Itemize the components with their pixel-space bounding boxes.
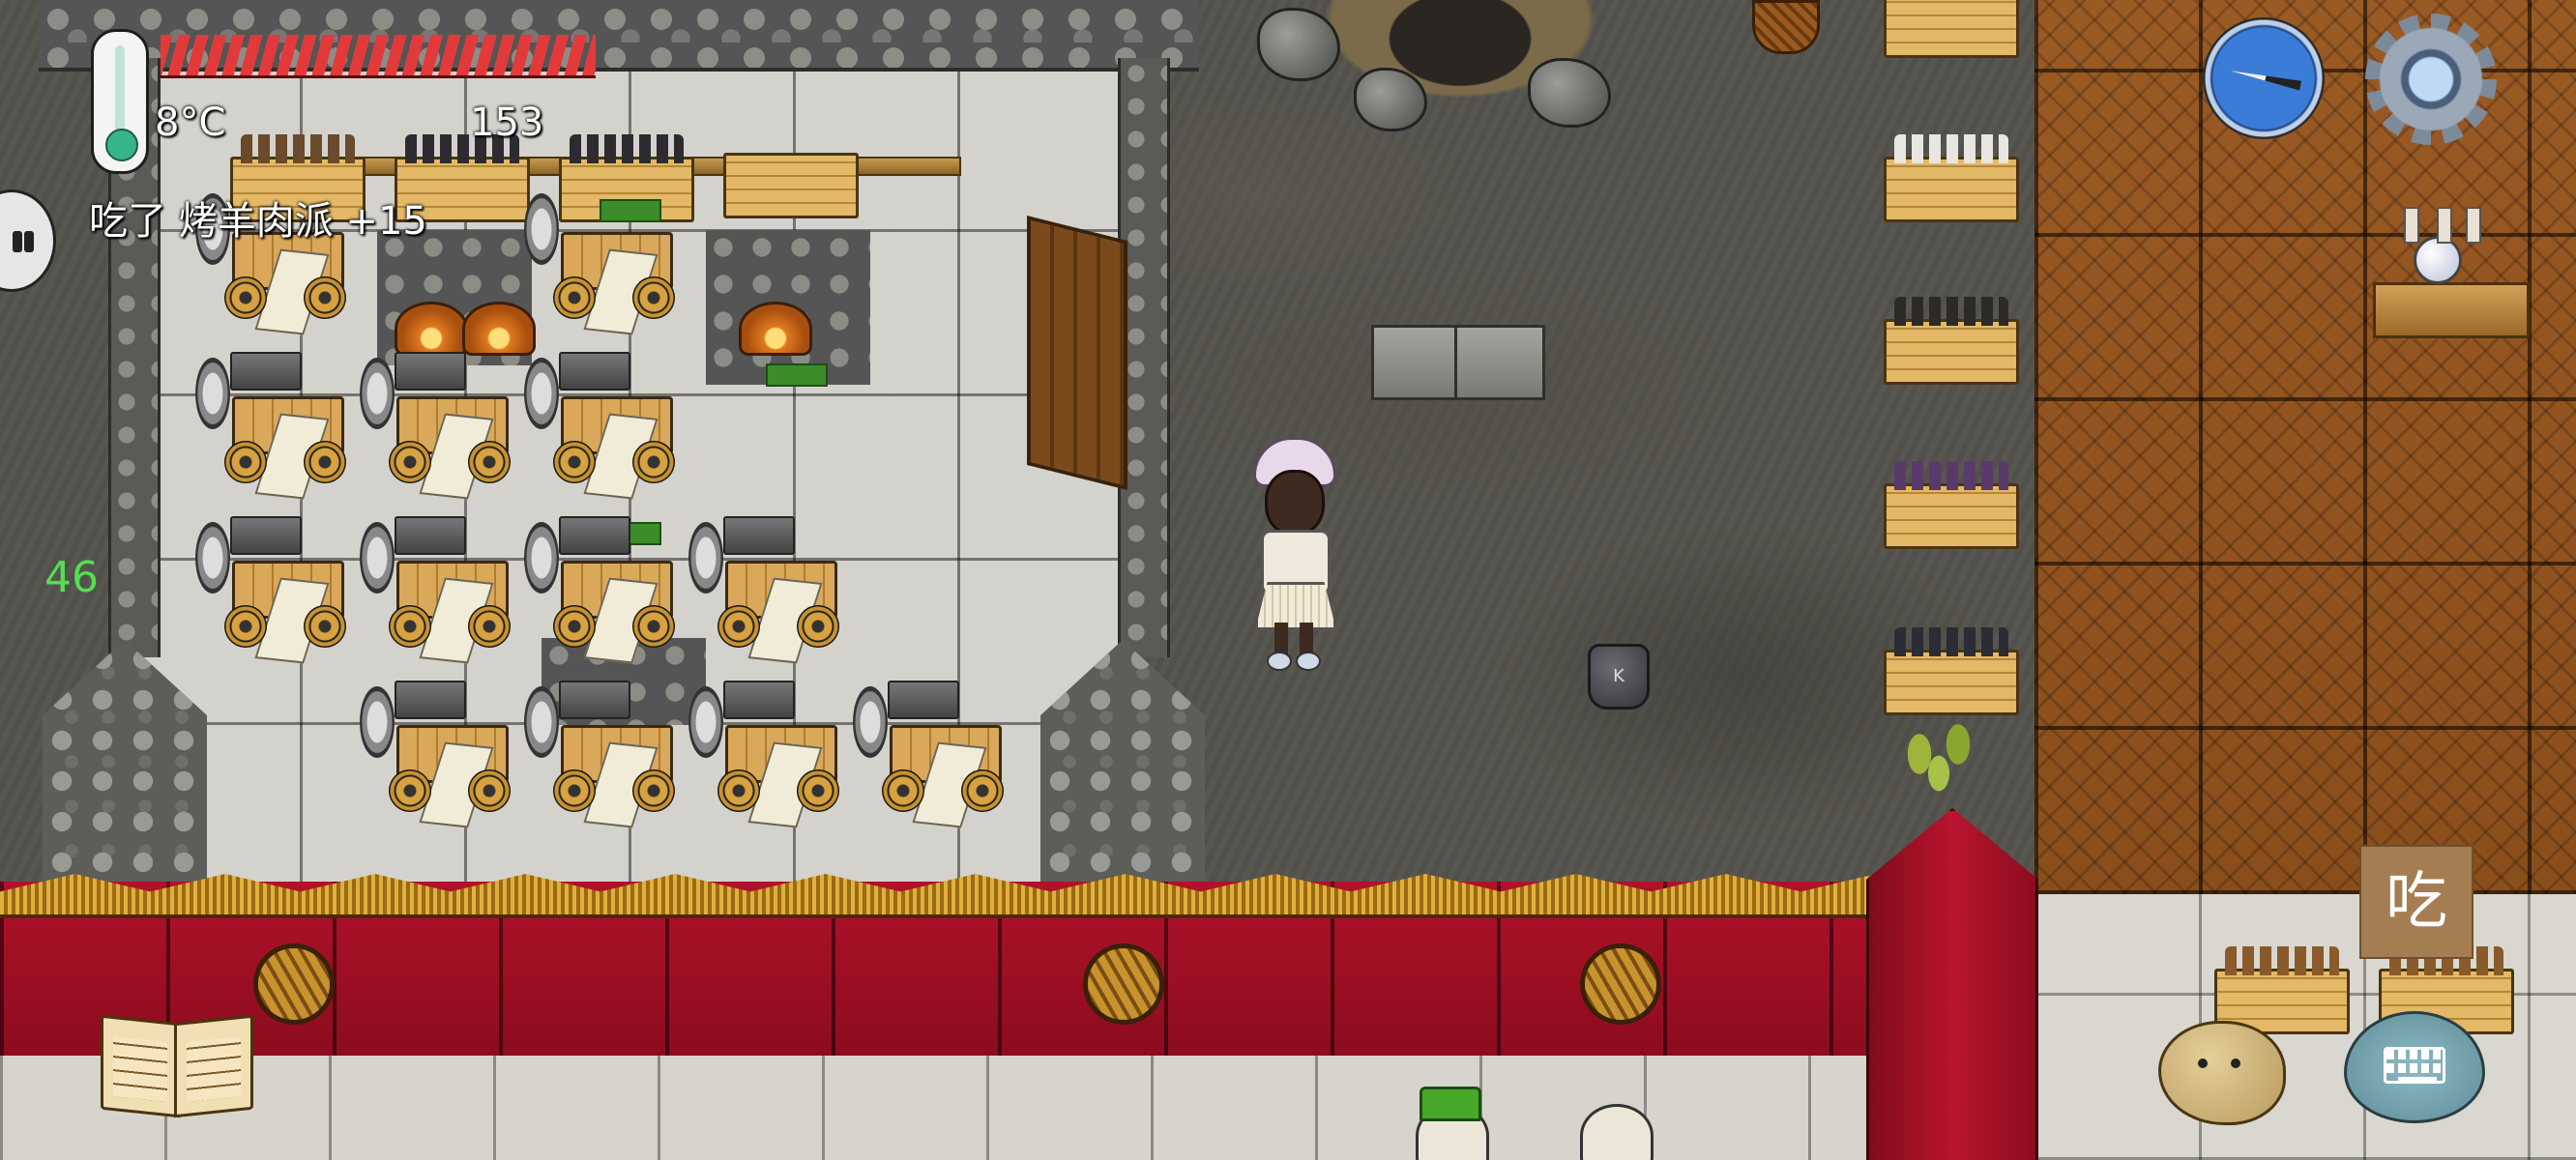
green-label-plate [766, 363, 828, 387]
open-book-icon[interactable] [97, 1011, 255, 1119]
green-top-hat [1420, 1087, 1481, 1121]
game-viewport[interactable]: K 8°C 153 吃了 烤羊肉派 +15 46 吃 [0, 0, 2576, 1160]
player-shoe [1267, 652, 1292, 671]
round-lattice-window [1083, 943, 1164, 1025]
eat-button[interactable]: 吃 [2359, 845, 2474, 959]
paper-press-machine[interactable] [195, 512, 367, 677]
status-message: 吃了 烤羊肉派 +15 [89, 199, 427, 244]
k-sack-item[interactable]: K [1588, 644, 1650, 710]
face-icon[interactable] [2158, 1021, 2286, 1125]
red-wall-corner [1866, 808, 2038, 1160]
player-shoe [1296, 652, 1321, 671]
compass-icon[interactable] [2203, 17, 2325, 139]
candle [2437, 207, 2452, 244]
white-stone-floor-bottom [0, 1049, 2034, 1160]
paper-press-machine[interactable] [360, 512, 532, 677]
paper-press-machine[interactable] [524, 677, 696, 841]
storage-crate[interactable] [723, 153, 859, 218]
wooden-table[interactable] [2373, 282, 2530, 338]
storage-crate[interactable] [1884, 134, 2019, 222]
food-bar [161, 35, 596, 78]
stone-block[interactable] [1371, 325, 1462, 400]
storage-crate[interactable] [1884, 0, 2019, 58]
stone-block[interactable] [1454, 325, 1545, 400]
candle [2404, 207, 2419, 244]
paper-press-machine[interactable] [360, 348, 532, 512]
player-character[interactable] [1240, 437, 1346, 671]
fps-counter: 46 [44, 553, 99, 602]
candle [2466, 207, 2481, 244]
player-face [1265, 470, 1325, 536]
npc-bun-hair[interactable] [1580, 1104, 1654, 1160]
paper-press-machine[interactable] [195, 348, 367, 512]
woven-basket[interactable] [1752, 0, 1820, 54]
wood-parquet-floor [2034, 0, 2576, 894]
paper-press-machine[interactable] [524, 184, 696, 348]
temperature-readout: 8°C [155, 101, 226, 145]
paper-press-machine[interactable] [853, 677, 1025, 841]
paper-press-machine[interactable] [360, 677, 532, 841]
food-value-readout: 153 [470, 101, 544, 145]
thermometer-icon [91, 29, 149, 174]
paper-press-machine[interactable] [524, 348, 696, 512]
wooden-door[interactable] [1027, 216, 1127, 490]
round-lattice-window [1580, 943, 1661, 1025]
round-lattice-window [253, 943, 335, 1025]
paper-press-machine[interactable] [688, 512, 861, 677]
gear-icon[interactable] [2365, 14, 2497, 145]
potted-plant[interactable] [1890, 706, 1997, 812]
storage-crate[interactable] [1884, 461, 2019, 549]
paper-press-machine[interactable] [524, 512, 696, 677]
keyboard-icon[interactable] [2344, 1011, 2485, 1123]
paper-press-machine[interactable] [688, 677, 861, 841]
kiln[interactable] [739, 302, 812, 356]
storage-crate[interactable] [1884, 297, 2019, 385]
